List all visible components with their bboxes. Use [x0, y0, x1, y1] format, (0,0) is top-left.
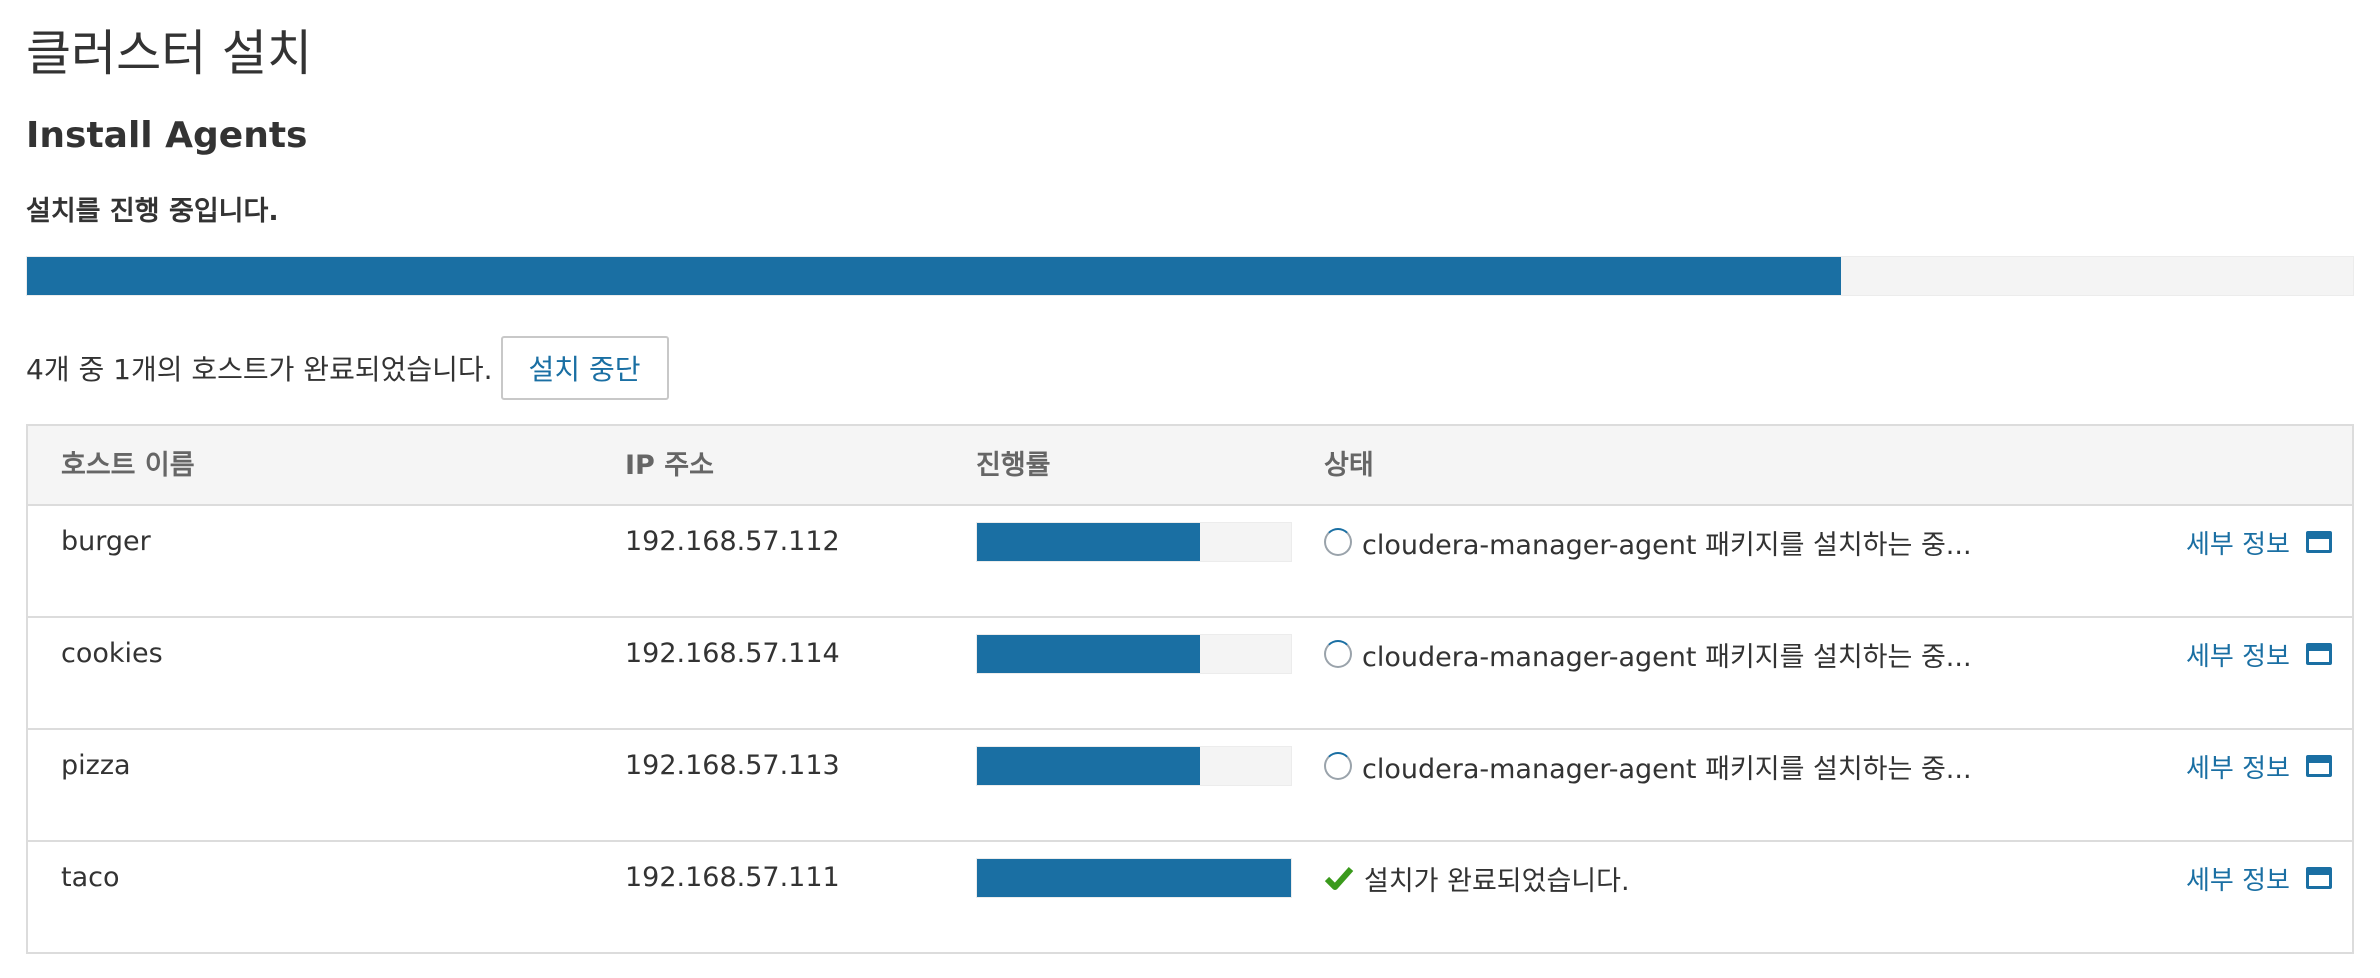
popup-window-icon	[2305, 531, 2332, 553]
host-progress-bar	[976, 746, 1292, 786]
host-name: taco	[61, 862, 120, 893]
host-ip: 192.168.57.111	[625, 862, 840, 893]
host-status-text: cloudera-manager-agent 패키지를 설치하는 중...	[1362, 753, 1972, 785]
column-header-progress[interactable]: 진행률	[976, 426, 1051, 506]
host-status-text: cloudera-manager-agent 패키지를 설치하는 중...	[1362, 641, 1972, 673]
abort-install-button[interactable]: 설치 중단	[500, 336, 669, 400]
host-progress-fill	[977, 859, 1291, 897]
host-progress-bar	[976, 858, 1292, 898]
host-name: cookies	[61, 638, 163, 669]
host-status: cloudera-manager-agent 패키지를 설치하는 중...	[1324, 746, 1972, 786]
host-name: burger	[61, 526, 151, 557]
table-row: taco 192.168.57.111 설치가 완료되었습니다. 세부 정보	[28, 842, 2352, 954]
host-status: cloudera-manager-agent 패키지를 설치하는 중...	[1324, 522, 1972, 562]
popup-window-icon	[2305, 643, 2332, 665]
host-summary-text: 4개 중 1개의 호스트가 완료되었습니다.	[26, 353, 493, 386]
details-label: 세부 정보	[2186, 753, 2290, 784]
popup-window-icon	[2305, 755, 2332, 777]
details-label: 세부 정보	[2186, 529, 2290, 560]
check-icon	[1324, 867, 1354, 890]
host-status-text: cloudera-manager-agent 패키지를 설치하는 중...	[1362, 529, 1972, 561]
page-title: 클러스터 설치	[26, 25, 313, 82]
column-header-ip[interactable]: IP 주소	[625, 426, 714, 506]
host-name: pizza	[61, 750, 131, 781]
host-ip: 192.168.57.114	[625, 638, 840, 669]
overall-progress-fill	[27, 257, 1842, 295]
host-progress-bar	[976, 634, 1292, 674]
details-link[interactable]: 세부 정보	[2186, 746, 2332, 786]
column-header-host[interactable]: 호스트 이름	[61, 426, 195, 506]
host-status: 설치가 완료되었습니다.	[1324, 858, 1630, 898]
table-body: burger 192.168.57.112 cloudera-manager-a…	[28, 506, 2352, 954]
details-label: 세부 정보	[2186, 865, 2290, 896]
details-link[interactable]: 세부 정보	[2186, 522, 2332, 562]
popup-window-icon	[2305, 867, 2332, 889]
host-ip: 192.168.57.113	[625, 750, 840, 781]
hosts-table: 호스트 이름 IP 주소 진행률 상태 burger 192.168.57.11…	[26, 424, 2354, 954]
step-title: Install Agents	[26, 115, 308, 156]
host-progress-fill	[977, 523, 1200, 561]
install-status-text: 설치를 진행 중입니다.	[26, 196, 279, 227]
host-progress-fill	[977, 747, 1200, 785]
overall-progress-bar	[26, 256, 2354, 296]
table-row: cookies 192.168.57.114 cloudera-manager-…	[28, 618, 2352, 730]
column-header-status[interactable]: 상태	[1324, 426, 1374, 506]
host-status: cloudera-manager-agent 패키지를 설치하는 중...	[1324, 634, 1972, 674]
details-link[interactable]: 세부 정보	[2186, 634, 2332, 674]
table-row: burger 192.168.57.112 cloudera-manager-a…	[28, 506, 2352, 618]
host-progress-bar	[976, 522, 1292, 562]
details-label: 세부 정보	[2186, 641, 2290, 672]
install-agents-page: 클러스터 설치 Install Agents 설치를 진행 중입니다. 4개 중…	[0, 0, 2380, 978]
spinner-icon	[1324, 528, 1352, 556]
host-ip: 192.168.57.112	[625, 526, 840, 557]
spinner-icon	[1324, 752, 1352, 780]
spinner-icon	[1324, 640, 1352, 668]
host-progress-fill	[977, 635, 1200, 673]
table-row: pizza 192.168.57.113 cloudera-manager-ag…	[28, 730, 2352, 842]
host-status-text: 설치가 완료되었습니다.	[1364, 865, 1630, 897]
details-link[interactable]: 세부 정보	[2186, 858, 2332, 898]
summary-row: 4개 중 1개의 호스트가 완료되었습니다. 설치 중단	[26, 336, 669, 400]
table-header: 호스트 이름 IP 주소 진행률 상태	[28, 426, 2352, 506]
